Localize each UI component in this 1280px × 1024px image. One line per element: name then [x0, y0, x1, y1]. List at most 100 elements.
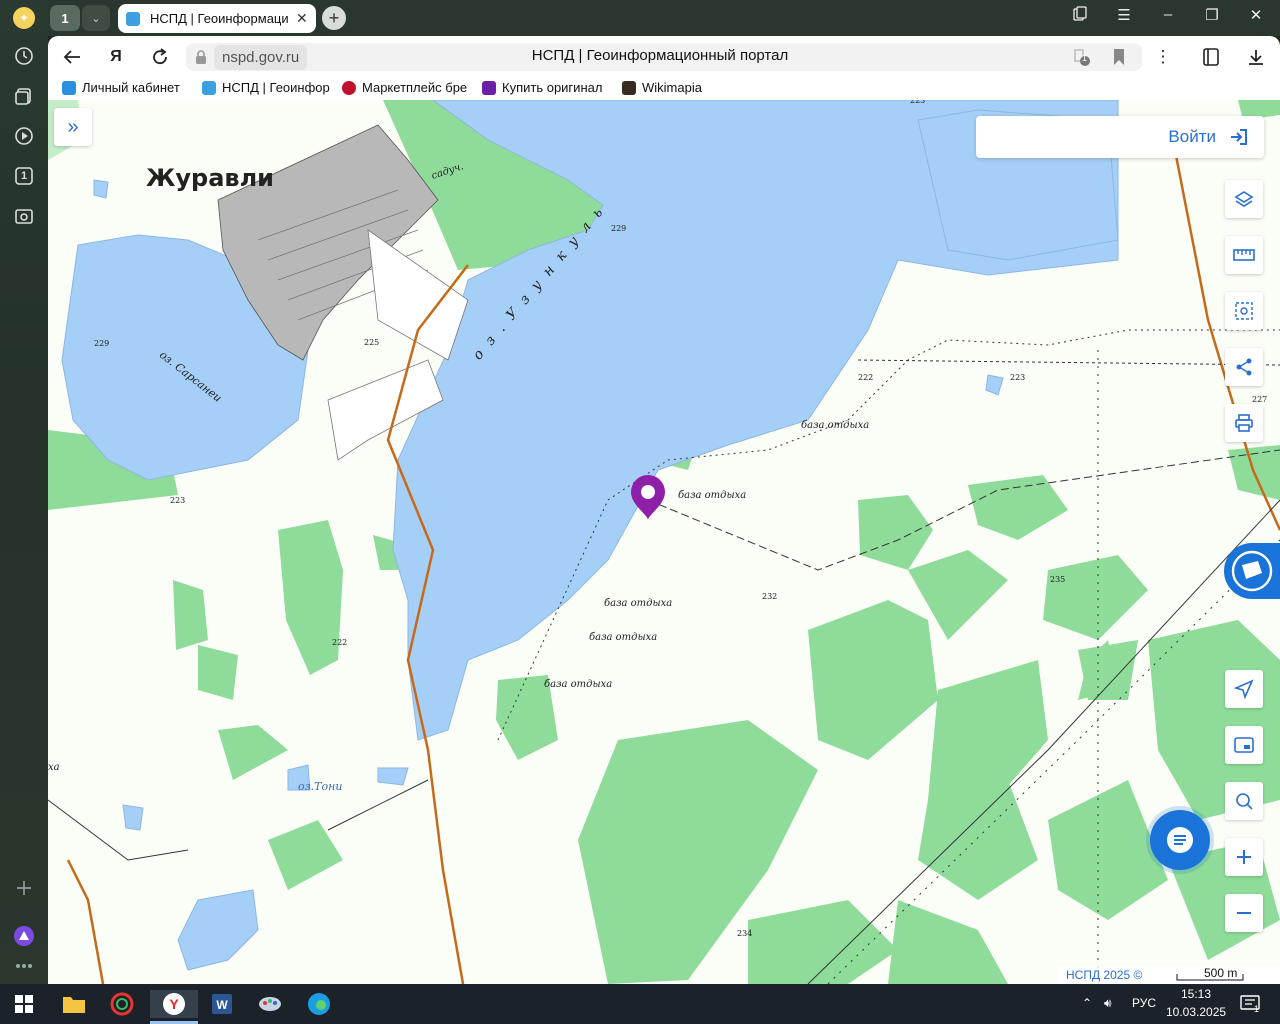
collections-toolbar-icon[interactable] — [1200, 46, 1222, 68]
elevation-label: 227 — [1252, 395, 1268, 404]
history-icon[interactable] — [12, 44, 36, 68]
zoom-in-button[interactable] — [1225, 838, 1263, 876]
tab-title: НСПД | Геоинформаци — [150, 11, 288, 26]
lock-icon[interactable] — [194, 49, 208, 65]
share-button[interactable] — [1225, 348, 1263, 386]
nspd-icon — [202, 80, 216, 95]
close-tab-icon[interactable]: ✕ — [296, 10, 308, 27]
copyright-text: НСПД 2025 © — [1058, 966, 1280, 984]
select-area-icon — [1235, 302, 1253, 320]
search-location-button[interactable] — [1225, 782, 1263, 820]
word-icon[interactable]: W — [208, 990, 236, 1018]
add-icon[interactable] — [12, 876, 36, 900]
file-explorer-icon[interactable] — [60, 990, 88, 1018]
expand-panel-button[interactable]: » — [54, 108, 92, 146]
share-icon — [1236, 358, 1252, 376]
navigate-icon — [1234, 679, 1254, 699]
clock-date[interactable]: 10.03.2025 — [1166, 1005, 1226, 1019]
close-window-icon[interactable]: ✕ — [1242, 6, 1270, 24]
tab-counter[interactable]: 1 — [50, 5, 80, 31]
yandex-icon[interactable]: Я — [105, 46, 127, 68]
location-pin — [631, 475, 665, 520]
collections-icon[interactable] — [12, 84, 36, 108]
yandex-browser-icon[interactable]: Y — [150, 990, 198, 1018]
alice-assistant-icon[interactable] — [12, 924, 36, 948]
print-button[interactable] — [1225, 404, 1263, 442]
extension-badge: 1 — [1082, 53, 1088, 63]
geolocate-button[interactable] — [1225, 670, 1263, 708]
zoom-out-button[interactable] — [1225, 894, 1263, 932]
tab-manager-icon[interactable] — [1066, 6, 1094, 26]
print-icon — [1235, 414, 1253, 432]
more-icon[interactable] — [12, 954, 36, 978]
bookmark-item[interactable]: Купить оригинал — [482, 80, 610, 95]
alice-icon[interactable]: ✦ — [12, 6, 36, 30]
domain-chip[interactable]: nspd.gov.ru — [214, 45, 308, 70]
volume-icon[interactable]: 🔊︎ — [1104, 996, 1112, 1011]
bookmark-item[interactable]: Маркетплейс бре — [342, 80, 470, 95]
minimap-icon — [1234, 737, 1254, 753]
bookmark-label: Маркетплейс бре — [362, 80, 468, 95]
map-canvas[interactable]: Журавли оз. Сарсанеи о з . У з у н к у л… — [48, 100, 1280, 984]
chevron-down-icon[interactable]: ⌄ — [82, 5, 110, 31]
svg-text:Y: Y — [169, 996, 179, 1012]
tray-chevron-icon[interactable]: ⌃ — [1082, 996, 1092, 1010]
measure-button[interactable] — [1225, 236, 1263, 274]
back-icon[interactable] — [61, 46, 83, 68]
bookmark-label: Купить оригинал — [502, 80, 603, 95]
screenshot-icon[interactable] — [12, 204, 36, 228]
poi-label: база отдыха — [544, 679, 613, 690]
login-button[interactable]: Войти — [976, 116, 1264, 158]
windows-start-icon[interactable] — [10, 990, 38, 1018]
bookmark-item[interactable]: НСПД | Геоинфор — [202, 80, 330, 95]
nspd-logo-button[interactable] — [1224, 543, 1280, 599]
clock-time[interactable]: 15:13 — [1168, 987, 1224, 1001]
svg-text:W: W — [216, 998, 228, 1012]
elevation-label: 223 — [170, 496, 186, 505]
language-indicator[interactable]: РУС — [1132, 996, 1156, 1010]
select-area-button[interactable] — [1225, 292, 1263, 330]
bookmark-item[interactable]: Wikimapia — [622, 80, 712, 95]
bookmark-label: Личный кабинет — [82, 80, 180, 95]
scale-label: 500 m — [1204, 966, 1238, 980]
minimap-button[interactable] — [1225, 726, 1263, 764]
new-tab-button[interactable]: + — [322, 6, 346, 30]
elevation-label: 223 — [1010, 373, 1026, 382]
tabs-badge-icon[interactable]: 1 — [12, 164, 36, 188]
layers-button[interactable] — [1225, 180, 1263, 218]
minimize-icon[interactable]: – — [1154, 6, 1182, 23]
gosuslugi-icon — [62, 80, 76, 95]
poi-label: база отдыха — [589, 632, 658, 643]
restore-icon[interactable]: ❐ — [1198, 6, 1226, 24]
shop-icon — [482, 80, 496, 95]
wikimapia-icon — [622, 80, 636, 95]
bookmark-label: Wikimapia — [642, 80, 702, 95]
chat-button[interactable] — [1150, 810, 1210, 870]
browser-sidebar: ✦ 1 — [0, 0, 48, 984]
bookmark-item[interactable]: Личный кабинет — [62, 80, 190, 95]
extension-icon[interactable]: 1 — [1070, 46, 1092, 68]
lake-label: оз.Тони — [298, 780, 343, 793]
menu-icon[interactable]: ☰ — [1110, 6, 1138, 24]
page-title: НСПД | Геоинформационный портал — [531, 47, 789, 64]
elevation-label: 222 — [332, 638, 348, 647]
search-location-icon — [1236, 793, 1253, 810]
tabs-badge: 1 — [20, 170, 28, 182]
more-vertical-icon[interactable]: ⋮ — [1152, 46, 1174, 68]
village-label: Журавли — [146, 164, 274, 192]
reload-icon[interactable] — [149, 46, 171, 68]
poi-label: база отдыха — [604, 598, 673, 609]
marketplace-icon — [342, 80, 356, 95]
play-icon[interactable] — [12, 124, 36, 148]
notifications-icon[interactable]: 1 — [1236, 990, 1264, 1018]
c-app-icon[interactable] — [108, 990, 136, 1018]
paint-icon[interactable] — [256, 990, 284, 1018]
active-tab[interactable]: НСПД | Геоинформаци ✕ — [118, 4, 316, 33]
nspd-logo-icon — [1231, 550, 1273, 592]
site-favicon-icon — [126, 11, 140, 26]
notification-badge: 1 — [1254, 1004, 1260, 1014]
edge-icon[interactable] — [305, 990, 333, 1018]
ruler-icon — [1233, 249, 1255, 261]
download-icon[interactable] — [1245, 46, 1267, 68]
bookmark-icon[interactable] — [1108, 46, 1130, 68]
